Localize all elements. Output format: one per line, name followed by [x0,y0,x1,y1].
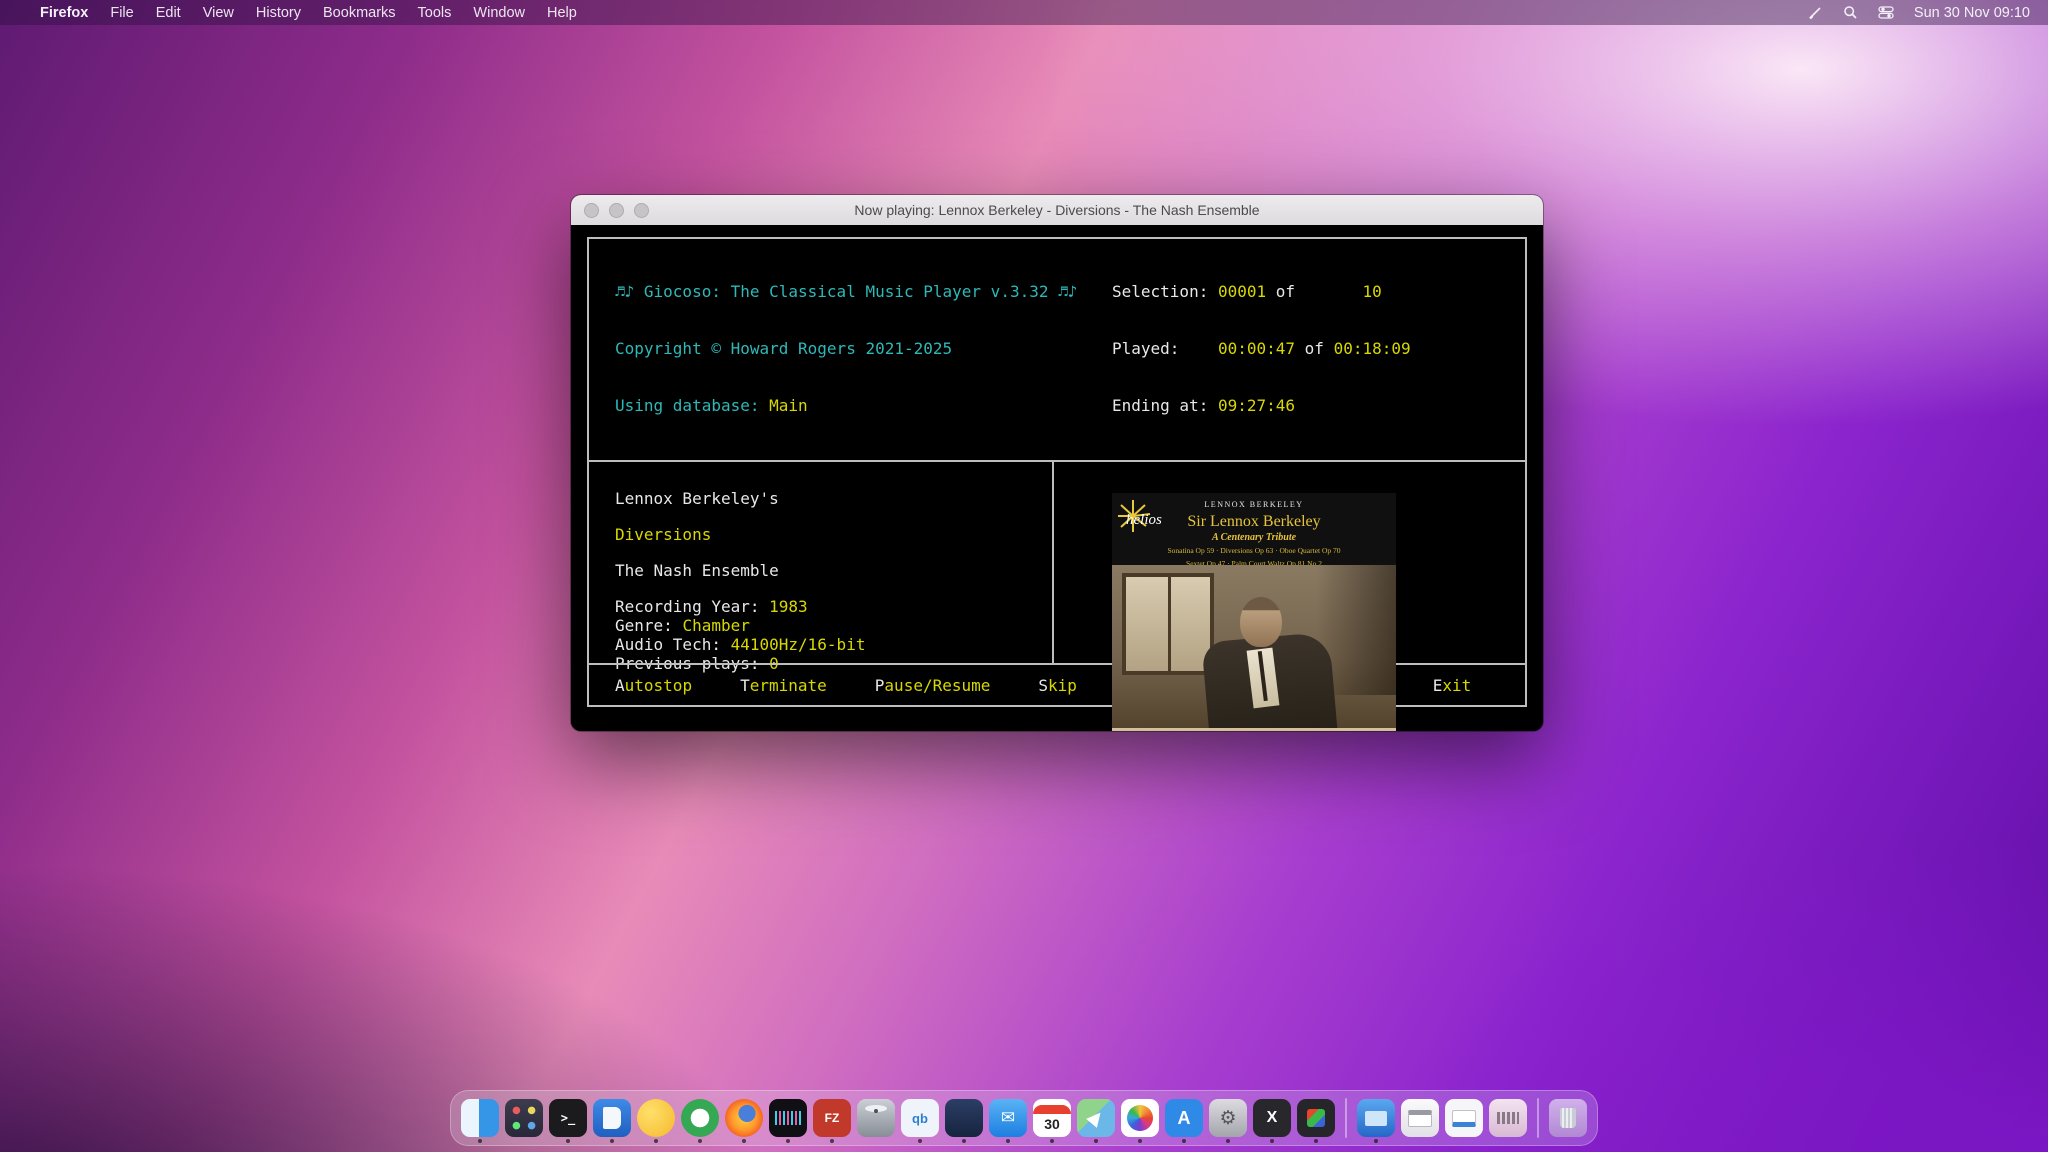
dock-trash-icon[interactable] [1549,1099,1587,1137]
dock-filezilla-icon[interactable]: FZ [813,1099,851,1137]
dock-audio-editor-icon[interactable] [769,1099,807,1137]
spotlight-search-icon[interactable] [1843,5,1858,20]
dock-app-store-icon[interactable]: A [1165,1099,1203,1137]
performer-line: The Nash Ensemble [615,561,1052,580]
dock: >_ FZ qb ✉ 30 A ⚙ X [450,1090,1598,1146]
played-line: Played: 00:00:47 of 00:18:09 [1112,339,1525,358]
dock-separator-trash [1537,1098,1539,1138]
dock-qbittorrent-icon[interactable]: qb [901,1099,939,1137]
cover-subtitle: A Centenary Tribute [1112,532,1396,543]
dock-maps-icon[interactable] [1077,1099,1115,1137]
dock-separator [1345,1098,1347,1138]
menubar-item-bookmarks[interactable]: Bookmarks [323,5,396,21]
minimize-button[interactable] [609,203,624,218]
pause-resume-button[interactable]: Pause/Resume [875,676,991,695]
dock-screen-sharing-icon[interactable] [1357,1099,1395,1137]
genre-line: Genre: Chamber [615,616,1052,635]
dock-firefox-icon[interactable] [725,1099,763,1137]
dock-green-app-icon[interactable] [681,1099,719,1137]
dock-photos-icon[interactable] [1121,1099,1159,1137]
dock-misc-app-icon[interactable] [1489,1099,1527,1137]
dock-system-preferences-icon[interactable]: ⚙ [1209,1099,1247,1137]
dock-calendar-icon[interactable]: 30 [1033,1099,1071,1137]
giocoso-window: Now playing: Lennox Berkeley - Diversion… [571,195,1543,731]
photo-window [1122,573,1214,675]
selection-line: Selection: 00001 of 10 [1112,282,1525,301]
skip-button[interactable]: Skip [1038,676,1077,695]
dock-yellow-app-icon[interactable] [637,1099,675,1137]
menubar-item-history[interactable]: History [256,5,301,21]
dock-xquartz-icon[interactable]: X [1253,1099,1291,1137]
cover-title: Sir Lennox Berkeley [1112,513,1396,531]
work-title: Diversions [615,525,1052,544]
dock-dark-app-icon[interactable] [945,1099,983,1137]
copyright-line: Copyright © Howard Rogers 2021-2025 [615,339,1112,358]
cover-works-line1: Sonatina Op 59 · Diversions Op 63 · Oboe… [1112,546,1396,556]
dock-database-icon[interactable] [857,1099,895,1137]
menubar-item-tools[interactable]: Tools [418,5,452,21]
photo-figure-head [1240,597,1282,647]
menubar-item-file[interactable]: File [110,5,133,21]
menubar-item-view[interactable]: View [203,5,234,21]
dock-document-window-icon[interactable] [1445,1099,1483,1137]
exit-button[interactable]: Exit [1433,676,1472,695]
album-cover: helios LENNOX BERKELEY Sir Lennox Berkel… [1112,493,1396,731]
dock-launchpad-icon[interactable] [505,1099,543,1137]
terminal-header: ♬♪ Giocoso: The Classical Music Player v… [589,239,1525,462]
album-photo [1112,565,1396,731]
window-title: Now playing: Lennox Berkeley - Diversion… [854,202,1259,218]
album-art-pane: helios LENNOX BERKELEY Sir Lennox Berkel… [1054,462,1525,663]
desktop: { "menubar": { "apple_icon": "", "app_na… [0,0,2048,1152]
zoom-button[interactable] [634,203,649,218]
menubar-item-edit[interactable]: Edit [156,5,181,21]
terminate-button[interactable]: Terminate [740,676,827,695]
terminal-frame: ♬♪ Giocoso: The Classical Music Player v… [587,237,1527,707]
terminal-content: ♬♪ Giocoso: The Classical Music Player v… [571,225,1543,731]
autostop-button[interactable]: Autostop [615,676,692,695]
menubar-item-window[interactable]: Window [473,5,525,21]
menu-bar: Firefox File Edit View History Bookmarks… [0,0,2048,25]
pencil-status-icon[interactable] [1808,5,1823,20]
dock-game-app-icon[interactable] [1297,1099,1335,1137]
menubar-item-help[interactable]: Help [547,5,577,21]
dock-books-icon[interactable] [593,1099,631,1137]
photo-desk [1112,728,1396,731]
dock-terminal-icon[interactable]: >_ [549,1099,587,1137]
database-line: Using database: Main [615,396,1112,415]
menubar-app-name[interactable]: Firefox [40,5,88,21]
cover-artist-top: LENNOX BERKELEY [1112,500,1396,509]
control-center-icon[interactable] [1878,5,1894,20]
composer-line: Lennox Berkeley's [615,489,1052,508]
close-button[interactable] [584,203,599,218]
audio-tech-line: Audio Tech: 44100Hz/16-bit [615,635,1052,654]
menubar-clock[interactable]: Sun 30 Nov 09:10 [1914,5,2030,21]
dock-app-window-icon[interactable] [1401,1099,1439,1137]
now-playing-pane: Lennox Berkeley's Diversions The Nash En… [589,462,1054,663]
dock-mail-icon[interactable]: ✉ [989,1099,1027,1137]
recording-year-line: Recording Year: 1983 [615,597,1052,616]
dock-finder-icon[interactable] [461,1099,499,1137]
app-title-line: ♬♪ Giocoso: The Classical Music Player v… [615,282,1112,301]
window-titlebar[interactable]: Now playing: Lennox Berkeley - Diversion… [571,195,1543,226]
ending-line: Ending at: 09:27:46 [1112,396,1525,415]
